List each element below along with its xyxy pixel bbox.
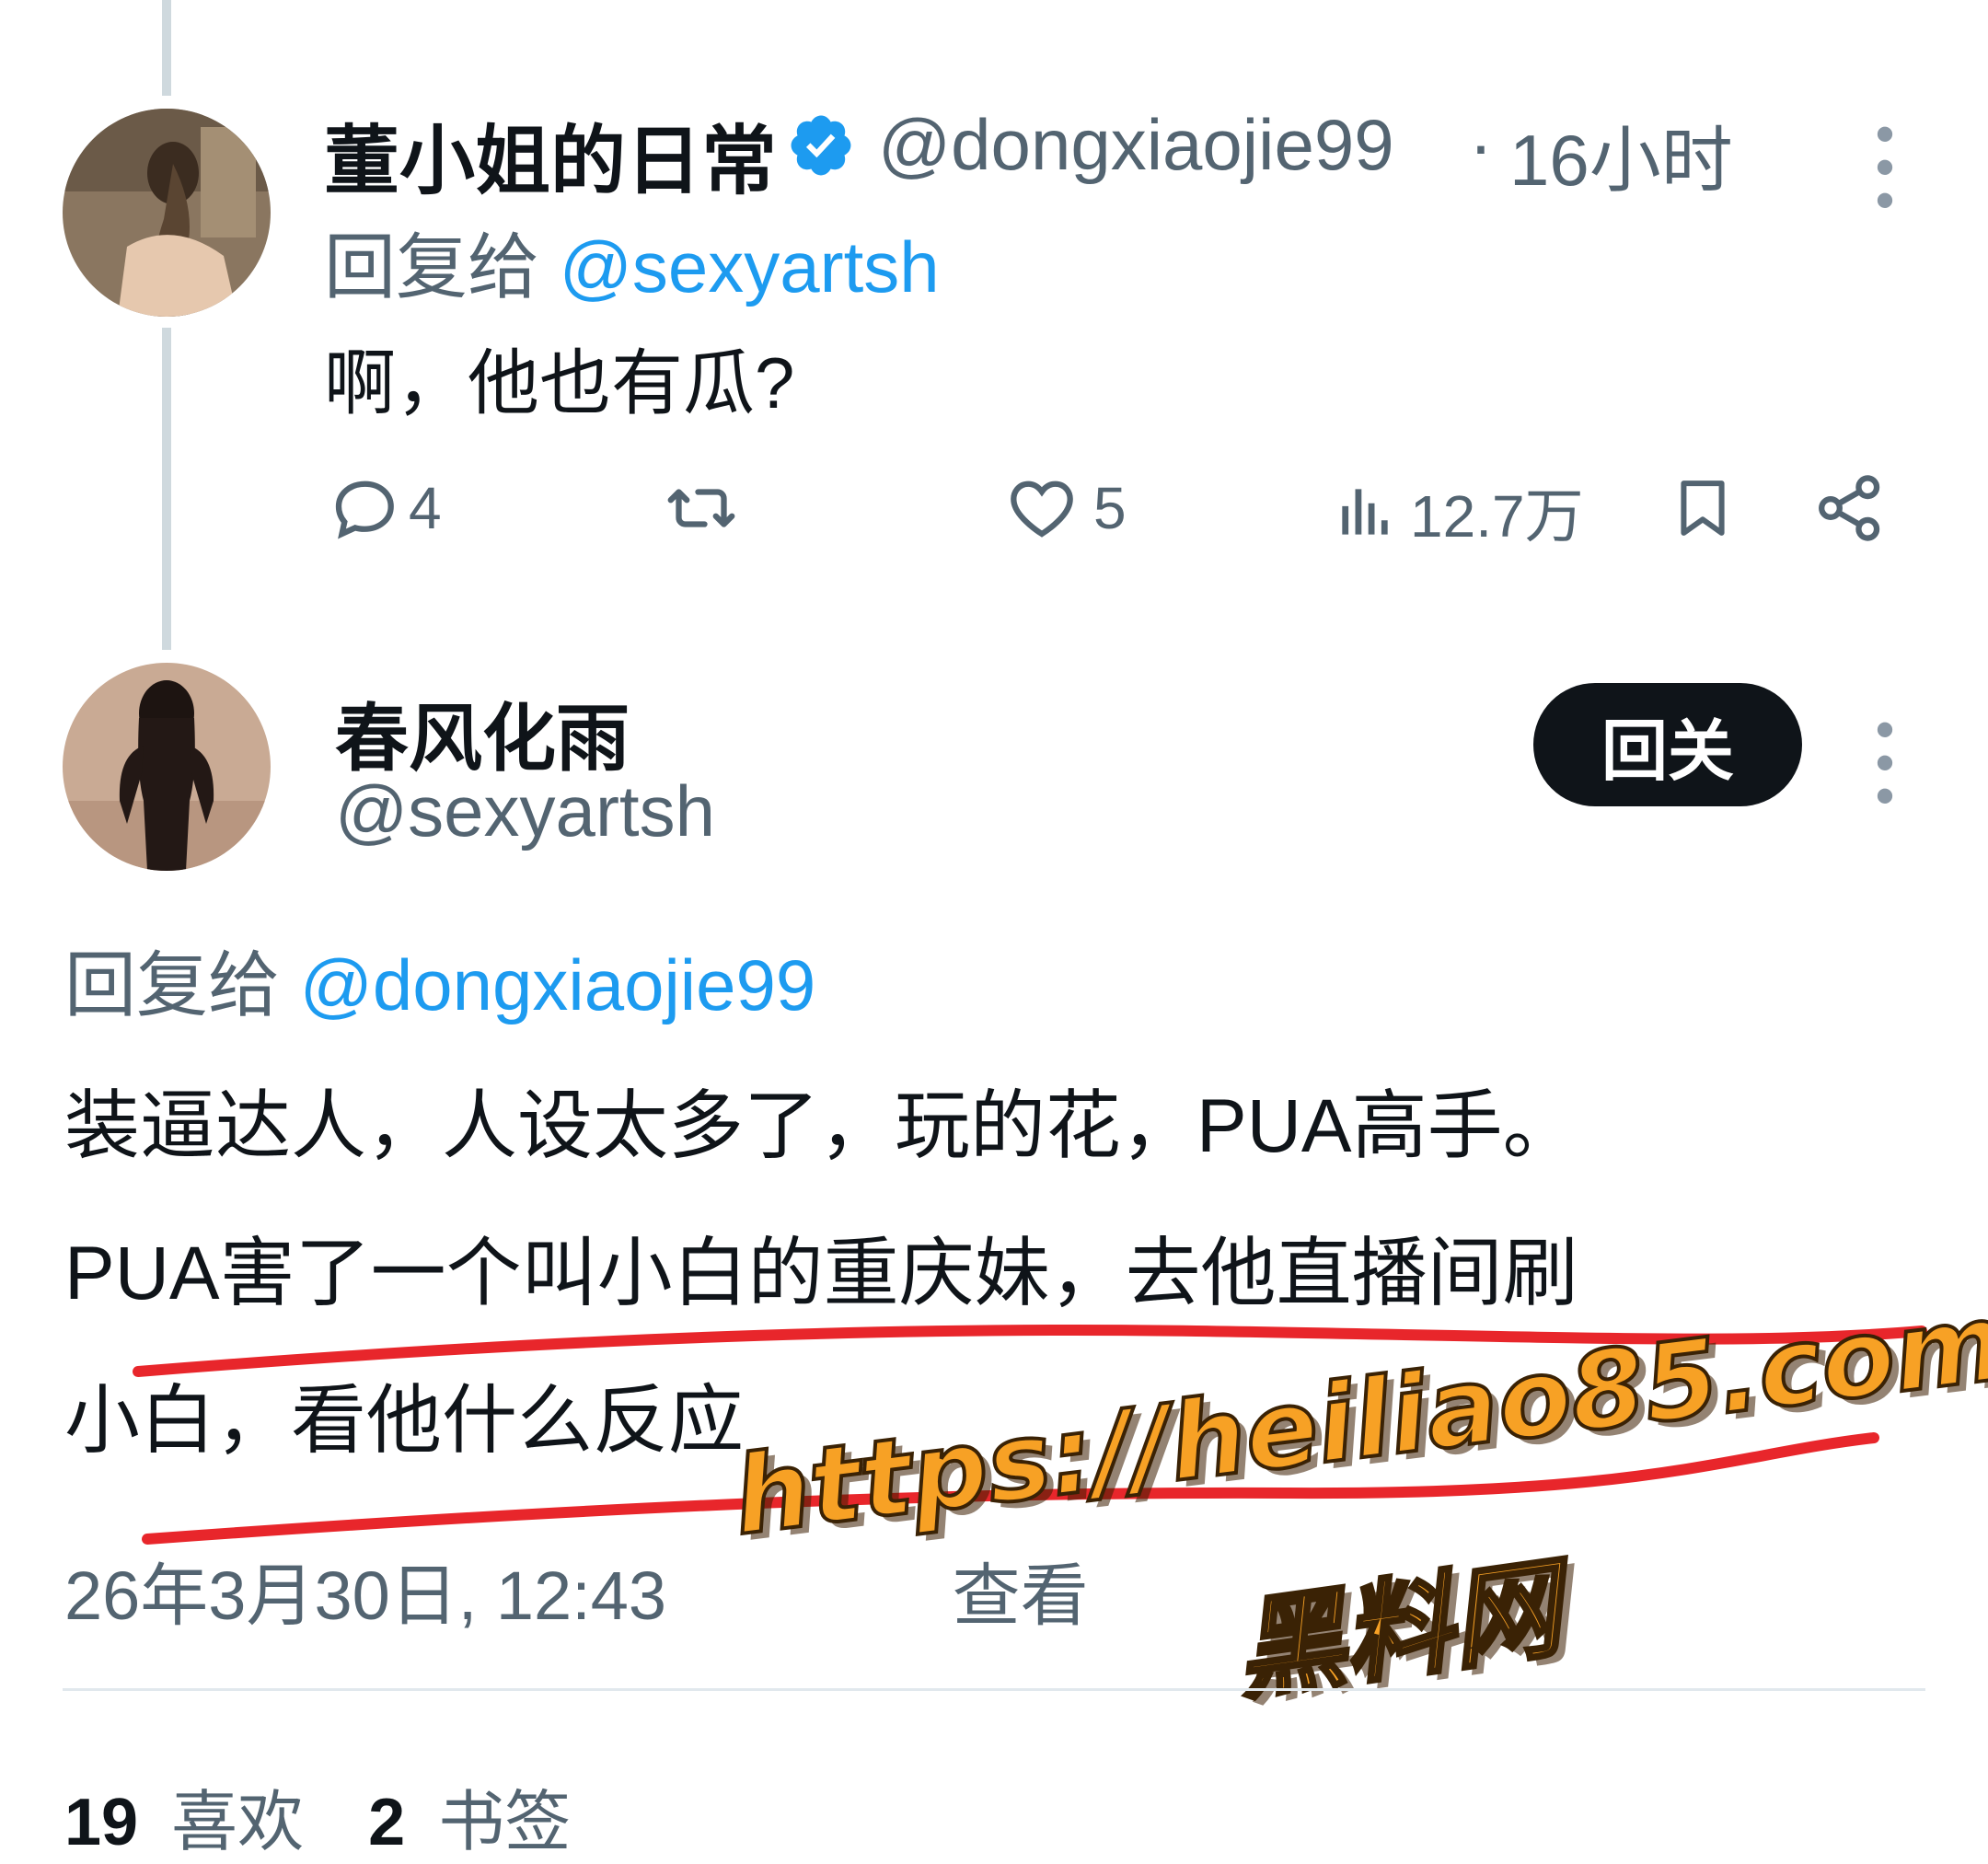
likes-count[interactable]: 19 bbox=[64, 1786, 138, 1859]
tweet-timestamp: 26年3月30日, 12:43 查看 bbox=[64, 1541, 1089, 1639]
views-suffix: 查看 bbox=[952, 1557, 1089, 1634]
likes-label[interactable]: 喜欢 bbox=[171, 1786, 304, 1859]
divider bbox=[63, 1688, 1925, 1691]
red-underline-annotations bbox=[133, 1325, 1927, 1545]
bookmarks-count[interactable]: 2 bbox=[368, 1786, 405, 1859]
engagement-stats: 19 喜欢 2 书签 bbox=[64, 1767, 571, 1864]
timestamp-text[interactable]: 26年3月30日, 12:43 bbox=[64, 1557, 666, 1634]
bookmarks-label[interactable]: 书签 bbox=[438, 1786, 571, 1859]
